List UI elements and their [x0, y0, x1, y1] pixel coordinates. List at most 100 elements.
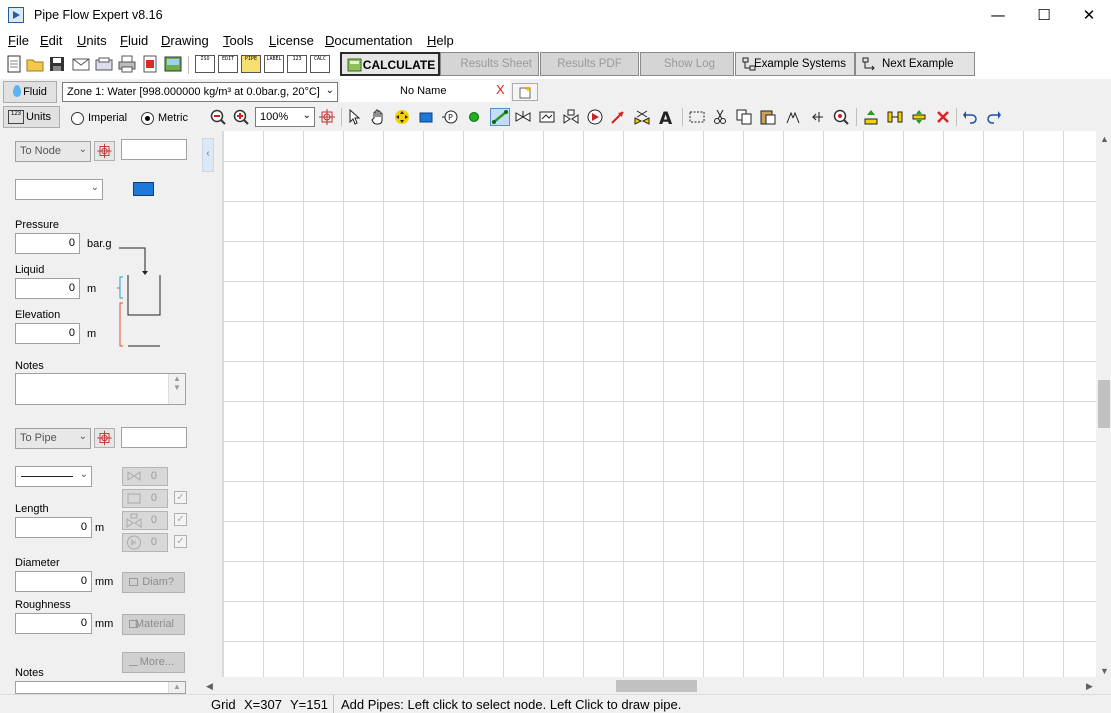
distribute-icon[interactable]	[911, 109, 927, 125]
image-export-icon[interactable]	[164, 55, 182, 73]
closed-pipe-icon[interactable]	[634, 109, 650, 125]
label-icon[interactable]: LABEL	[264, 55, 284, 73]
calc-icon[interactable]: CALC	[310, 55, 330, 73]
scroll-up-arrow[interactable]: ▲	[1100, 134, 1109, 144]
find-icon[interactable]	[833, 109, 849, 125]
results-sheet-button[interactable]: Results Sheet	[440, 52, 539, 76]
pipe-label-icon[interactable]: PIPE	[241, 55, 261, 73]
liquid-level-field[interactable]: 0	[15, 278, 80, 299]
pump-icon[interactable]	[587, 109, 603, 125]
add-join-node-icon[interactable]	[466, 109, 482, 125]
menu-fluid[interactable]: Fluid	[120, 33, 148, 48]
redo-icon[interactable]	[986, 109, 1002, 125]
collapse-panel-button[interactable]: ‹	[202, 138, 214, 172]
add-tank-icon[interactable]	[418, 109, 434, 125]
scroll-right-arrow[interactable]: ▶	[1086, 681, 1093, 692]
to-pipe-select[interactable]: To Pipe ⌄	[15, 428, 91, 449]
undo-icon[interactable]	[962, 109, 978, 125]
example-systems-button[interactable]: Example Systems	[735, 52, 855, 76]
add-pressure-node-icon[interactable]: P	[442, 109, 458, 125]
minimize-button[interactable]: —	[975, 0, 1021, 31]
roughness-field[interactable]: 0	[15, 613, 92, 634]
flow-demand-icon[interactable]	[610, 109, 626, 125]
fluid-button[interactable]: Fluid	[3, 81, 57, 103]
draw-pipe-icon[interactable]	[490, 108, 510, 126]
to-node-select[interactable]: To Node ⌄	[15, 141, 91, 162]
iso-icon[interactable]: ISO	[195, 55, 215, 73]
scroll-down-arrow[interactable]: ▼	[1100, 666, 1109, 676]
zoom-level-select[interactable]: 100% ⌄	[255, 107, 315, 127]
numbering-icon[interactable]: 123	[287, 55, 307, 73]
add-text-icon[interactable]: A	[658, 109, 674, 125]
show-log-button[interactable]: Show Log	[640, 52, 734, 76]
close-tab-icon[interactable]: X	[496, 82, 505, 97]
rotate-icon[interactable]	[809, 109, 825, 125]
cut-icon[interactable]	[712, 109, 728, 125]
save-icon[interactable]	[48, 55, 66, 73]
pressure-field[interactable]: 0	[15, 233, 80, 254]
node-type-select[interactable]: ⌄	[15, 179, 103, 200]
print-icon[interactable]	[118, 55, 136, 73]
zoom-in-icon[interactable]	[233, 109, 249, 125]
align-up-icon[interactable]	[863, 109, 879, 125]
new-file-icon[interactable]	[5, 55, 23, 73]
elevation-field[interactable]: 0	[15, 323, 80, 344]
menu-edit[interactable]: Edit	[40, 33, 62, 48]
component-checkbox[interactable]: ✓	[174, 491, 187, 504]
pump-checkbox[interactable]: ✓	[174, 535, 187, 548]
horizontal-scroll-thumb[interactable]	[616, 680, 697, 692]
vertical-scroll-thumb[interactable]	[1098, 380, 1110, 428]
edit-icon[interactable]: EDIT	[218, 55, 238, 73]
send-icon[interactable]	[95, 55, 113, 73]
calculate-button[interactable]: CALCULATE	[340, 52, 440, 76]
paste-icon[interactable]	[760, 109, 776, 125]
next-example-button[interactable]: Next Example	[855, 52, 975, 76]
maximize-button[interactable]: ☐	[1021, 0, 1067, 31]
pipe-notes-scrollbar[interactable]: ▲	[168, 682, 185, 693]
zoom-out-icon[interactable]	[210, 109, 226, 125]
locate-node-icon[interactable]	[94, 141, 115, 161]
menu-documentation[interactable]: Documentation	[325, 33, 412, 48]
menu-license[interactable]: License	[269, 33, 314, 48]
valve-fitting-icon[interactable]	[515, 109, 531, 125]
results-pdf-button[interactable]: Results PDF	[540, 52, 639, 76]
email-icon[interactable]	[72, 55, 90, 73]
new-tab-button[interactable]	[512, 83, 538, 101]
locate-pipe-icon[interactable]	[94, 428, 115, 448]
target-icon[interactable]	[319, 109, 335, 125]
node-notes-field[interactable]: ▲ ▼	[15, 373, 186, 405]
radio-imperial[interactable]	[71, 112, 84, 125]
zone-fluid-select[interactable]: Zone 1: Water [998.000000 kg/m³ at 0.0ba…	[62, 82, 338, 102]
node-notes-scrollbar[interactable]: ▲ ▼	[168, 374, 185, 404]
menu-tools[interactable]: Tools	[223, 33, 253, 48]
copy-icon[interactable]	[736, 109, 752, 125]
menu-help[interactable]: Help	[427, 33, 454, 48]
scroll-left-arrow[interactable]: ◀	[206, 681, 213, 692]
pdf-icon[interactable]	[141, 55, 159, 73]
flip-icon[interactable]	[785, 109, 801, 125]
align-horizontal-icon[interactable]	[887, 109, 903, 125]
move-icon[interactable]	[394, 109, 410, 125]
diameter-field[interactable]: 0	[15, 571, 92, 592]
component-icon[interactable]	[539, 109, 555, 125]
open-folder-icon[interactable]	[26, 55, 44, 73]
select-pointer-icon[interactable]	[347, 109, 363, 125]
menu-file[interactable]: File	[8, 33, 29, 48]
control-valve-checkbox[interactable]: ✓	[174, 513, 187, 526]
close-window-button[interactable]: ✕	[1066, 0, 1111, 31]
length-field[interactable]: 0	[15, 517, 92, 538]
drawing-canvas[interactable]	[222, 131, 1096, 677]
menu-units[interactable]: Units	[77, 33, 107, 48]
menu-drawing[interactable]: Drawing	[161, 33, 209, 48]
diam-button[interactable]: Diam?	[122, 572, 185, 593]
select-area-icon[interactable]	[689, 109, 705, 125]
more-button[interactable]: More...	[122, 652, 185, 673]
pipe-style-select[interactable]: ⌄	[15, 466, 92, 487]
pipe-notes-field[interactable]: ▲	[15, 681, 186, 694]
units-button[interactable]: 123 Units	[3, 106, 60, 128]
node-name-field[interactable]	[121, 139, 187, 160]
control-valve-icon[interactable]	[563, 109, 579, 125]
delete-icon[interactable]	[935, 109, 951, 125]
pipe-name-field[interactable]	[121, 427, 187, 448]
material-button[interactable]: Material	[122, 614, 185, 635]
